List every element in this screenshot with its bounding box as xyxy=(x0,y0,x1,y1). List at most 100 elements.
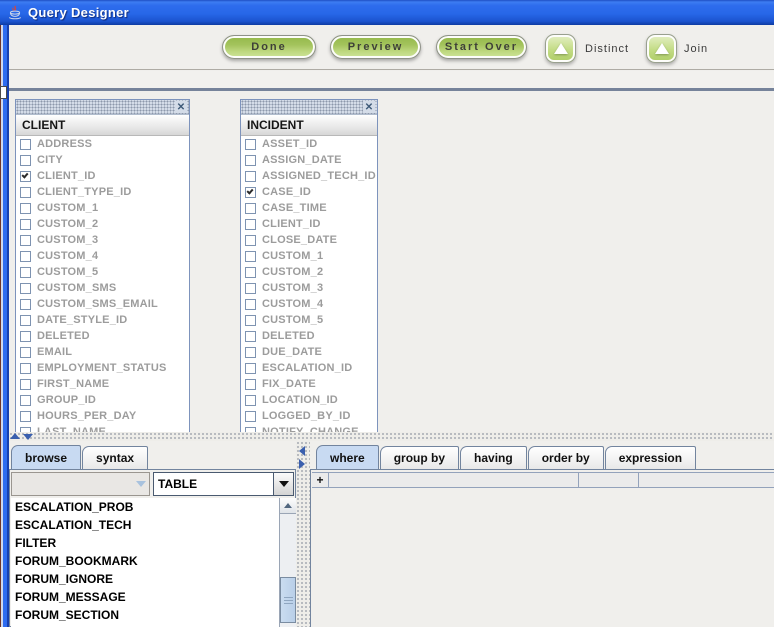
column-checkbox[interactable] xyxy=(20,283,31,294)
column-row[interactable]: FIX_DATE xyxy=(241,376,377,392)
column-checkbox[interactable] xyxy=(20,171,31,182)
column-row[interactable]: CASE_ID xyxy=(241,184,377,200)
column-checkbox[interactable] xyxy=(245,411,256,422)
column-row[interactable]: LAST_NAME xyxy=(16,424,189,432)
collapse-left-icon[interactable] xyxy=(299,446,305,456)
column-row[interactable]: CUSTOM_SMS_EMAIL xyxy=(16,296,189,312)
column-row[interactable]: ASSIGNED_TECH_ID xyxy=(241,168,377,184)
column-row[interactable]: LOCATION_ID xyxy=(241,392,377,408)
table-list-scrollbar[interactable] xyxy=(279,498,296,627)
tab-expression[interactable]: expression xyxy=(605,446,696,469)
column-checkbox[interactable] xyxy=(245,347,256,358)
object-type-value[interactable]: TABLE xyxy=(154,473,273,495)
tab-syntax[interactable]: syntax xyxy=(82,446,148,469)
add-row-button[interactable]: + xyxy=(312,473,329,487)
column-row[interactable]: CUSTOM_1 xyxy=(241,248,377,264)
preview-button[interactable]: Preview xyxy=(330,35,421,59)
tab-having[interactable]: having xyxy=(460,446,527,469)
column-row[interactable]: DATE_STYLE_ID xyxy=(16,312,189,328)
column-row[interactable]: DUE_DATE xyxy=(241,344,377,360)
column-checkbox[interactable] xyxy=(245,187,256,198)
filter-combobox-arrow[interactable] xyxy=(133,473,149,495)
object-type-combobox[interactable]: TABLE xyxy=(153,472,294,496)
table-list-item[interactable]: FILTER xyxy=(11,534,296,552)
collapse-up-icon[interactable] xyxy=(10,433,20,439)
column-row[interactable]: ASSIGN_DATE xyxy=(241,152,377,168)
column-checkbox[interactable] xyxy=(245,267,256,278)
column-checkbox[interactable] xyxy=(245,395,256,406)
column-checkbox[interactable] xyxy=(20,203,31,214)
column-checkbox[interactable] xyxy=(20,331,31,342)
table-list-item[interactable]: FORUM_MESSAGE xyxy=(11,588,296,606)
column-checkbox[interactable] xyxy=(245,315,256,326)
column-checkbox[interactable] xyxy=(245,331,256,342)
column-row[interactable]: CLIENT_TYPE_ID xyxy=(16,184,189,200)
horizontal-split-divider[interactable] xyxy=(9,432,774,441)
start-over-button[interactable]: Start Over xyxy=(436,35,527,59)
column-checkbox[interactable] xyxy=(20,299,31,310)
column-checkbox[interactable] xyxy=(245,379,256,390)
incident-table-frame[interactable]: ✕ INCIDENT ASSET_IDASSIGN_DATEASSIGNED_T… xyxy=(240,99,378,432)
column-checkbox[interactable] xyxy=(20,187,31,198)
table-list-item[interactable]: FORUM_SECTION xyxy=(11,606,296,624)
column-checkbox[interactable] xyxy=(20,155,31,166)
column-row[interactable]: CITY xyxy=(16,152,189,168)
column-row[interactable]: DELETED xyxy=(241,328,377,344)
tab-group-by[interactable]: group by xyxy=(380,446,459,469)
column-checkbox[interactable] xyxy=(245,235,256,246)
column-row[interactable]: EMPLOYMENT_STATUS xyxy=(16,360,189,376)
column-checkbox[interactable] xyxy=(20,315,31,326)
column-checkbox[interactable] xyxy=(20,267,31,278)
filter-combobox[interactable] xyxy=(11,472,150,496)
close-icon[interactable]: ✕ xyxy=(363,101,375,113)
column-row[interactable]: ASSET_ID xyxy=(241,136,377,152)
column-row[interactable]: CUSTOM_1 xyxy=(16,200,189,216)
column-checkbox[interactable] xyxy=(245,155,256,166)
collapse-down-icon[interactable] xyxy=(23,434,33,440)
column-row[interactable]: CUSTOM_2 xyxy=(241,264,377,280)
column-checkbox[interactable] xyxy=(20,251,31,262)
column-row[interactable]: CLIENT_ID xyxy=(241,216,377,232)
filter-combobox-value[interactable] xyxy=(12,473,133,495)
column-row[interactable]: CUSTOM_3 xyxy=(16,232,189,248)
window-titlebar[interactable]: Query Designer xyxy=(0,0,774,25)
done-button[interactable]: Done xyxy=(222,35,316,59)
column-checkbox[interactable] xyxy=(20,219,31,230)
distinct-toggle-button[interactable] xyxy=(545,34,576,63)
scroll-up-button[interactable] xyxy=(280,498,296,514)
object-type-arrow-button[interactable] xyxy=(273,473,293,495)
column-checkbox[interactable] xyxy=(20,347,31,358)
column-checkbox[interactable] xyxy=(20,235,31,246)
column-row[interactable]: EMAIL xyxy=(16,344,189,360)
column-row[interactable]: CUSTOM_2 xyxy=(16,216,189,232)
vertical-split-divider[interactable] xyxy=(296,441,310,627)
column-row[interactable]: CUSTOM_3 xyxy=(241,280,377,296)
column-checkbox[interactable] xyxy=(20,379,31,390)
table-list-item[interactable]: FORUM_BOOKMARK xyxy=(11,552,296,570)
column-row[interactable]: DELETED xyxy=(16,328,189,344)
column-checkbox[interactable] xyxy=(245,363,256,374)
table-list-item[interactable]: ESCALATION_TECH xyxy=(11,516,296,534)
column-checkbox[interactable] xyxy=(20,411,31,422)
column-row[interactable]: HOURS_PER_DAY xyxy=(16,408,189,424)
tab-where[interactable]: where xyxy=(316,445,379,469)
column-checkbox[interactable] xyxy=(245,251,256,262)
join-toggle-button[interactable] xyxy=(646,34,677,63)
column-row[interactable]: ADDRESS xyxy=(16,136,189,152)
close-icon[interactable]: ✕ xyxy=(175,101,187,113)
column-row[interactable]: CLIENT_ID xyxy=(16,168,189,184)
column-row[interactable]: CUSTOM_4 xyxy=(241,296,377,312)
column-checkbox[interactable] xyxy=(245,283,256,294)
column-row[interactable]: CUSTOM_5 xyxy=(241,312,377,328)
column-row[interactable]: GROUP_ID xyxy=(16,392,189,408)
column-checkbox[interactable] xyxy=(20,139,31,150)
frame-titlebar[interactable]: ✕ xyxy=(241,100,377,115)
column-row[interactable]: LOGGED_BY_ID xyxy=(241,408,377,424)
column-row[interactable]: NOTIFY_CHANGE xyxy=(241,424,377,432)
column-checkbox[interactable] xyxy=(245,299,256,310)
table-list-item[interactable]: FORUM_IGNORE xyxy=(11,570,296,588)
client-table-frame[interactable]: ✕ CLIENT ADDRESSCITYCLIENT_IDCLIENT_TYPE… xyxy=(15,99,190,432)
column-row[interactable]: CUSTOM_SMS xyxy=(16,280,189,296)
tab-order-by[interactable]: order by xyxy=(528,446,604,469)
column-row[interactable]: CUSTOM_4 xyxy=(16,248,189,264)
